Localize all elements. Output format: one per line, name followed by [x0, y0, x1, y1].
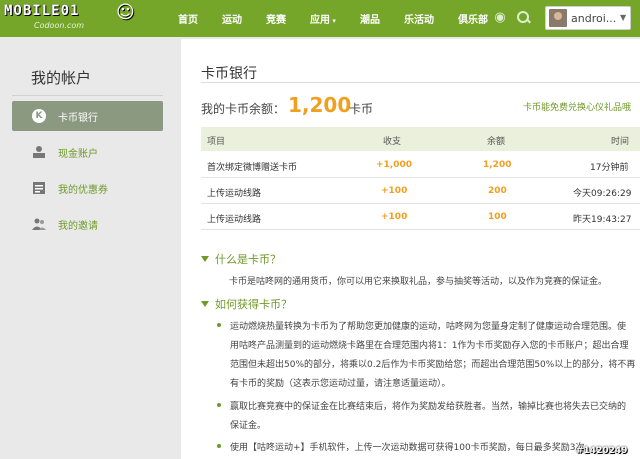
chevron-down-icon: ▼ — [620, 13, 627, 22]
k-coin-icon: K — [32, 109, 46, 123]
cell-time: 今天09:26:29 — [573, 189, 632, 199]
section-title: 如何获得卡币？ — [215, 298, 292, 311]
cell-time: 17分钟前 — [590, 163, 629, 173]
section-how-to-earn[interactable]: 如何获得卡币？ — [201, 296, 292, 312]
table-header: 项目 收支 余额 时间 — [201, 127, 640, 151]
top-navbar: MOBILE01 Codoon.com ☺ 首页 运动 竞赛 应用 潮品 乐活动… — [0, 0, 640, 37]
bullet-icon — [217, 323, 221, 327]
search-icon[interactable] — [515, 9, 531, 25]
balance-unit: 卡币 — [349, 102, 374, 116]
sidebar-divider — [12, 95, 163, 96]
cell-time: 昨天19:43:27 — [573, 215, 632, 225]
main-panel: 卡币银行 我的卡币余额： 1,200 卡币 卡币能免费兑换心仪礼品哦 项目 收支… — [181, 39, 640, 459]
watermark-brand: MOBILE01 — [4, 3, 80, 19]
sidebar-item-label: 我的邀请 — [58, 220, 98, 232]
sidebar-item-label: 我的优惠券 — [58, 184, 108, 196]
sidebar: 我的帐户 K 卡币银行 现金账户 我的优惠券 我的邀请 — [0, 37, 175, 459]
balance-label: 我的卡币余额： — [201, 102, 286, 116]
section-title: 什么是卡币？ — [215, 253, 281, 266]
title-divider — [201, 82, 640, 83]
nav-item-home[interactable]: 首页 — [178, 11, 198, 26]
cell-item: 上传运动线路 — [207, 189, 262, 199]
main-nav: 首页 运动 竞赛 应用 潮品 乐活动 俱乐部 — [178, 0, 512, 37]
cash-icon — [32, 145, 46, 159]
nav-item-competition[interactable]: 竞赛 — [266, 11, 286, 26]
sidebar-item-label: 卡币银行 — [58, 112, 98, 124]
bullet-line: 运动燃烧热量转换为卡币为了帮助您更加健康的运动，咕咚网为您量身定制了健康运动合理… — [230, 322, 627, 332]
bullet-line: 用咕咚产品测量到的运动燃烧卡路里在合理范围内将1：1作为卡币奖励存入您的卡币账户… — [230, 341, 629, 351]
cell-change: +1,000 — [376, 160, 413, 170]
bullet-line: 使用【咕咚运动+】手机软件，上传一次运动数据可获得100卡币奖励，每日最多奖励3… — [230, 443, 594, 453]
page-title: 卡币银行 — [201, 66, 257, 82]
eye-icon[interactable]: ◉ — [492, 10, 508, 26]
coupon-icon — [32, 181, 46, 195]
caret-down-icon — [201, 301, 209, 307]
avatar — [549, 9, 567, 27]
logo-domain: Codoon.com — [34, 21, 85, 30]
cell-change: +100 — [381, 186, 408, 196]
cell-balance: 1,200 — [483, 160, 512, 170]
bullet-icon — [217, 444, 221, 448]
table-row: 首次绑定微博赠送卡币 +1,000 1,200 17分钟前 — [201, 152, 640, 178]
user-name: androi... — [571, 12, 617, 25]
watermark-emblem-icon: ☺ — [116, 2, 135, 23]
site-logo[interactable]: MOBILE01 Codoon.com ☺ — [4, 2, 154, 36]
promo-link[interactable]: 卡币能免费兑换心仪礼品哦 — [523, 100, 631, 113]
cell-change: +100 — [381, 212, 408, 222]
balance-value: 1,200 — [288, 93, 352, 117]
table-row: 上传运动线路 +100 200 今天09:26:29 — [201, 178, 640, 204]
cell-item: 首次绑定微博赠送卡币 — [207, 163, 298, 173]
nav-item-clubs[interactable]: 俱乐部 — [458, 11, 488, 26]
bullet-line: 保证金。 — [230, 421, 267, 431]
user-menu[interactable]: androi... ▼ — [545, 6, 631, 30]
what-is-coin-text: 卡币是咕咚网的通用货币，你可以用它来换取礼品，参与抽奖等活动，以及作为竞赛的保证… — [229, 277, 608, 287]
cell-balance: 100 — [488, 212, 507, 222]
cell-item: 上传运动线路 — [207, 215, 262, 225]
bullet-line: 有卡币的奖励（这表示您运动过量，请注意适量运动）。 — [230, 379, 451, 389]
bullet-line: 赢取比赛竞赛中的保证金在比赛结束后，将作为奖励发给获胜者。当然，输掉比赛也将失去… — [230, 402, 627, 412]
nav-item-apps[interactable]: 应用 — [310, 11, 336, 26]
sidebar-item-invites[interactable]: 我的邀请 — [12, 209, 163, 239]
col-header-change: 收支 — [383, 137, 402, 147]
table-row: 上传运动线路 +100 100 昨天19:43:27 — [201, 204, 640, 230]
bullet-icon — [217, 403, 221, 407]
sidebar-item-coupons[interactable]: 我的优惠券 — [12, 173, 163, 203]
bullet-line: 范围但未超出50%的部分，将乘以0.2后作为卡币奖励给您；而超出合理范围50%以… — [230, 360, 636, 370]
nav-item-sport[interactable]: 运动 — [222, 11, 242, 26]
col-header-item: 项目 — [207, 137, 226, 147]
caret-down-icon — [201, 256, 209, 262]
col-header-balance: 余额 — [487, 137, 506, 147]
people-icon — [32, 217, 46, 231]
watermark-id: #1420249 — [576, 446, 628, 456]
sidebar-item-label: 现金账户 — [58, 148, 98, 160]
nav-item-products[interactable]: 潮品 — [360, 11, 380, 26]
cell-balance: 200 — [488, 186, 507, 196]
section-what-is-coin[interactable]: 什么是卡币？ — [201, 251, 281, 267]
col-header-time: 时间 — [611, 137, 630, 147]
sidebar-item-cash-account[interactable]: 现金账户 — [12, 137, 163, 167]
nav-item-events[interactable]: 乐活动 — [404, 11, 434, 26]
sidebar-item-coin-bank[interactable]: K 卡币银行 — [12, 101, 163, 131]
sidebar-title: 我的帐户 — [31, 69, 92, 87]
